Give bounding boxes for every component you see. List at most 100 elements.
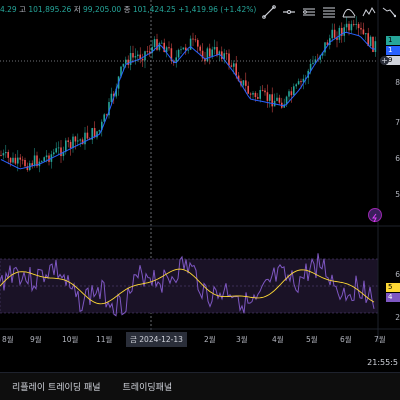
candle-body: [312, 62, 314, 64]
candle-body: [242, 80, 245, 86]
candle-body: [5, 151, 7, 154]
candle-body: [84, 132, 86, 145]
candle-body: [353, 23, 355, 25]
candle-body: [187, 49, 189, 51]
candle-body: [65, 140, 67, 152]
candle-body: [261, 90, 264, 91]
candle-body: [153, 39, 156, 48]
candle-body: [257, 97, 259, 99]
candle-body: [53, 152, 55, 155]
candle-body: [72, 136, 74, 149]
x-axis-tick: 2월: [204, 335, 216, 344]
x-axis-tick: 6월: [340, 335, 352, 344]
candle-body: [345, 23, 348, 28]
candle-body: [129, 53, 132, 65]
candle-body: [2, 153, 5, 156]
drawing-toolbar: [260, 3, 398, 21]
rsi-axis-tick: 2: [395, 313, 400, 322]
candle-body: [209, 48, 211, 57]
candle-body: [103, 114, 105, 122]
candle-body: [369, 36, 372, 47]
candle-body: [161, 42, 163, 44]
ohlc-legend: 4.29 고 101,895.26 저 99,205.00 종 101,424.…: [0, 4, 256, 15]
rsi-axis-tick: 6: [395, 270, 400, 279]
add-alert-icon[interactable]: +: [380, 56, 389, 65]
price-axis-tick: 7: [395, 118, 400, 127]
candle-body: [264, 90, 266, 93]
candle-body: [33, 155, 36, 166]
candle-body: [271, 94, 273, 107]
cursor-line-icon[interactable]: [260, 3, 278, 21]
candle-body: [45, 155, 48, 158]
candle-body: [350, 23, 353, 31]
candle-body: [374, 41, 377, 52]
candle-body: [357, 24, 360, 29]
candle-body: [192, 38, 194, 40]
candle-body: [254, 92, 257, 98]
price-axis-tick: 6: [395, 154, 400, 163]
candle-body: [206, 48, 209, 62]
candle-body: [252, 92, 254, 95]
replay-trading-panel-tab[interactable]: 리플레이 트레이딩 패널: [12, 380, 101, 393]
candle-body: [127, 59, 129, 65]
candle-body: [300, 81, 302, 83]
low-value: 99,205.00: [83, 5, 122, 14]
candle-body: [141, 58, 144, 61]
candle-body: [177, 49, 180, 58]
horizontal-line-icon[interactable]: [280, 3, 298, 21]
x-axis-tick: 11월: [96, 335, 113, 344]
candle-body: [9, 157, 12, 163]
x-axis-tick: 7월: [374, 335, 386, 344]
candle-body: [259, 90, 261, 99]
candle-body: [247, 85, 249, 94]
candle-body: [132, 53, 134, 58]
trend-down-icon[interactable]: [380, 3, 398, 21]
candle-body: [74, 136, 77, 142]
lightning-icon[interactable]: [368, 208, 382, 223]
candle-body: [0, 155, 2, 156]
candle-body: [290, 91, 293, 96]
candle-body: [77, 140, 79, 142]
trading-panel-tab[interactable]: 트레이딩패널: [123, 380, 173, 393]
candle-body: [216, 47, 218, 56]
candle-body: [225, 53, 228, 55]
candle-body: [249, 93, 252, 95]
candle-body: [372, 36, 374, 52]
fib-icon[interactable]: [320, 3, 338, 21]
candle-body: [278, 97, 281, 103]
price-axis-tick: 5: [395, 190, 400, 199]
pattern-icon[interactable]: [340, 3, 358, 21]
clock: 21:55:5: [367, 358, 398, 367]
candle-body: [355, 24, 357, 25]
candle-body: [67, 140, 69, 142]
candle-body: [19, 157, 21, 160]
candle-body: [24, 159, 26, 167]
candle-body: [360, 28, 362, 30]
ray-icon[interactable]: [300, 3, 318, 21]
zigzag-icon[interactable]: [360, 3, 378, 21]
candle-body: [197, 40, 199, 47]
candle-body: [235, 63, 237, 76]
candle-body: [365, 33, 367, 35]
x-axis-tick: 9월: [30, 335, 42, 344]
candle-body: [96, 131, 98, 138]
rsi-tag: 4: [386, 293, 400, 302]
candle-body: [86, 132, 89, 139]
candle-body: [266, 92, 269, 101]
candle-body: [14, 157, 17, 164]
candle-body: [110, 93, 113, 103]
candle-body: [122, 63, 125, 67]
candle-body: [168, 47, 170, 49]
candle-body: [137, 54, 139, 57]
close-label: 종: [123, 5, 131, 14]
candle-body: [199, 46, 201, 51]
candle-body: [125, 59, 127, 64]
high-label: 고: [19, 5, 26, 14]
candle-body: [293, 86, 295, 96]
open-value: 4.29: [0, 5, 17, 14]
price-tag-1: 1: [386, 36, 400, 45]
candle-body: [43, 157, 45, 162]
close-value: 101,424.25: [132, 5, 176, 14]
candle-body: [338, 27, 341, 40]
candle-body: [331, 29, 333, 39]
